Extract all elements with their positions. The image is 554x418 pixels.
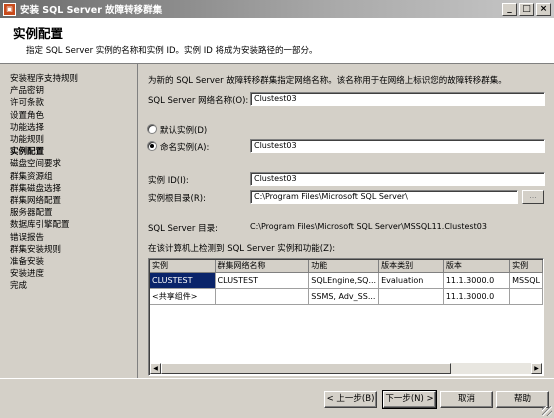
page-title: 实例配置 — [13, 26, 64, 41]
minimize-icon[interactable]: _ — [502, 2, 517, 16]
setup-steps-nav: 安装程序支持规则 产品密钥 许可条款 设置角色 功能选择功能规则实例配置 磁盘空间要求 群集… — [0, 64, 138, 378]
network-name-label: SQL Server 网络名称(O): — [148, 96, 249, 106]
wizard-footer: < 上一步(B) 下一步(N) > 取消 帮助 — [0, 378, 554, 418]
table-cell: CLUSTEST — [150, 272, 216, 289]
browse-button[interactable]: ... — [522, 190, 544, 204]
maximize-icon[interactable]: □ — [519, 2, 534, 16]
nav-step-item: 准备安装 — [10, 257, 45, 267]
table-header-row: 实例 群集网络名称 功能 版本类别 版本 实例 — [150, 260, 543, 273]
nav-step-item: 群集网络配置 — [10, 196, 62, 206]
table-cell: 11.1.3000.0 — [443, 272, 511, 289]
scroll-thumb[interactable] — [161, 363, 451, 374]
table-cell — [378, 288, 444, 305]
table-cell: SSMS, Adv_SS... — [308, 288, 380, 305]
detected-instances-table[interactable]: 实例 群集网络名称 功能 版本类别 版本 实例 CLUSTEST CLUSTES… — [148, 258, 544, 376]
nav-step-item: 数据库引擎配置 — [10, 220, 70, 231]
table-row[interactable]: CLUSTEST CLUSTEST SQLEngine,SQ... Evalua… — [150, 272, 543, 289]
nav-step-item: 群集资源组 — [10, 171, 53, 182]
network-name-field[interactable]: Clustest03 — [250, 92, 545, 106]
table-cell: Evaluation — [378, 272, 444, 289]
table-cell — [215, 288, 310, 305]
named-instance-radio[interactable] — [147, 141, 157, 151]
page-header: 实例配置 指定 SQL Server 实例的名称和实例 ID。实例 ID 将成为… — [0, 18, 554, 64]
scroll-track[interactable] — [161, 363, 531, 374]
table-cell: SQLEngine,SQ... — [308, 272, 380, 289]
window-titlebar[interactable]: ▣ 安装 SQL Server 故障转移群集 _ □ × — [0, 0, 554, 18]
nav-step-item: 错误报告 — [10, 232, 45, 243]
nav-step-item: 磁盘空间要求 — [10, 159, 62, 170]
column-header[interactable]: 群集网络名称 — [215, 260, 310, 273]
sql-setup-icon: ▣ — [3, 2, 16, 16]
table-cell: <共享组件> — [150, 288, 216, 305]
table-cell: 11.1.3000.0 — [443, 288, 511, 305]
cancel-button[interactable]: 取消 — [440, 391, 493, 408]
back-button[interactable]: < 上一步(B) — [324, 391, 377, 408]
column-header[interactable]: 实例 — [509, 260, 543, 273]
column-header[interactable]: 实例 — [150, 260, 216, 273]
nav-step-item: 群集磁盘选择 — [10, 183, 62, 194]
nav-step-item: 服务器配置 — [10, 208, 53, 219]
horizontal-scrollbar[interactable]: ◀ ▶ — [150, 363, 542, 374]
instance-root-field[interactable]: C:\Program Files\Microsoft SQL Server\ — [250, 190, 518, 204]
nav-step-item: 功能规则 — [10, 135, 45, 145]
default-instance-radio[interactable] — [147, 124, 157, 134]
nav-step-item: 实例配置 — [10, 147, 45, 158]
sql-directory-label: SQL Server 目录: — [148, 224, 218, 234]
default-instance-label[interactable]: 默认实例(D) — [160, 124, 207, 136]
nav-step-item: 安装程序支持规则 — [10, 74, 79, 84]
instance-id-field[interactable]: Clustest03 — [250, 172, 545, 186]
table-row[interactable]: <共享组件> SSMS, Adv_SS... 11.1.3000.0 — [150, 288, 543, 305]
scroll-right-icon[interactable]: ▶ — [531, 363, 542, 374]
nav-step-item: 设置角色 — [10, 110, 45, 121]
column-header[interactable]: 版本类别 — [378, 260, 444, 273]
sql-directory-value: C:\Program Files\Microsoft SQL Server\MS… — [250, 222, 487, 231]
table-cell: MSSQL — [509, 272, 543, 289]
nav-step-item: 功能选择 — [10, 122, 45, 133]
intro-text: 为新的 SQL Server 故障转移群集指定网络名称。该名称用于在网络上标识您… — [148, 76, 507, 86]
column-header[interactable]: 功能 — [308, 260, 380, 273]
close-icon[interactable]: × — [536, 2, 551, 16]
named-instance-label[interactable]: 命名实例(A): — [160, 141, 209, 153]
table-cell — [509, 288, 543, 305]
nav-step-item: 产品密钥 — [10, 86, 45, 97]
instance-root-label: 实例根目录(R): — [148, 194, 206, 204]
table-cell: CLUSTEST — [215, 272, 310, 289]
page-description: 指定 SQL Server 实例的名称和实例 ID。实例 ID 将成为安装路径的… — [26, 46, 318, 56]
window-title: 安装 SQL Server 故障转移群集 — [20, 5, 163, 16]
nav-step-item: 安装进度 — [10, 269, 45, 280]
scroll-left-icon[interactable]: ◀ — [150, 363, 161, 374]
column-header[interactable]: 版本 — [443, 260, 511, 273]
nav-step-item: 完成 — [10, 281, 28, 292]
nav-step-item: 群集安装规则 — [10, 244, 62, 255]
named-instance-field[interactable]: Clustest03 — [250, 139, 545, 153]
nav-step-item: 许可条款 — [10, 98, 45, 109]
instance-id-label: 实例 ID(I): — [148, 176, 189, 186]
resize-grip-icon[interactable] — [542, 406, 552, 416]
next-button[interactable]: 下一步(N) > — [382, 390, 437, 409]
detected-instances-label: 在该计算机上检测到 SQL Server 实例和功能(Z): — [148, 244, 336, 254]
